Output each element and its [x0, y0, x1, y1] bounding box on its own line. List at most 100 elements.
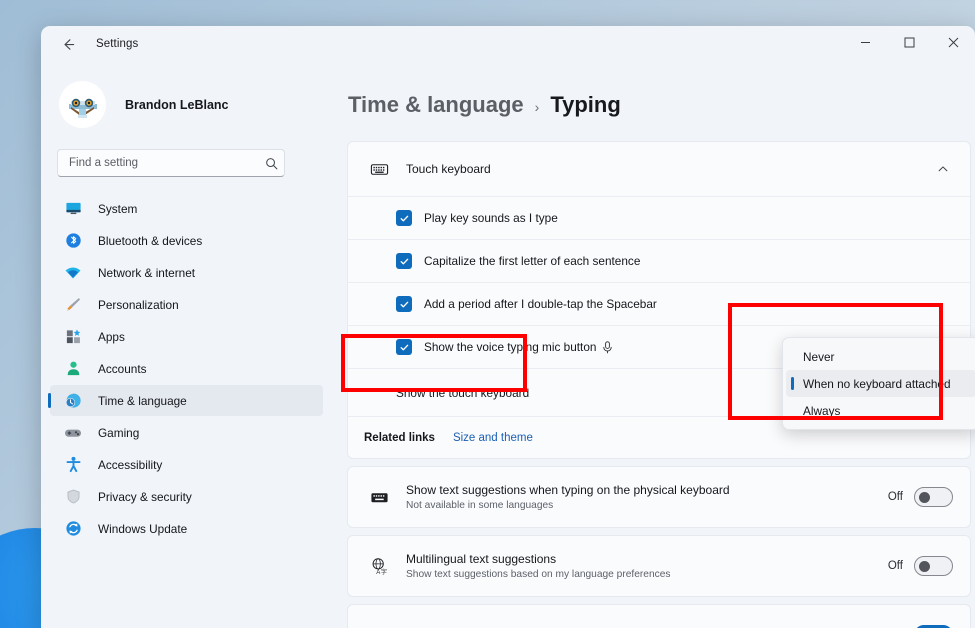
- checkbox-label-text: Show the voice typing mic button: [424, 340, 597, 354]
- back-button[interactable]: [53, 29, 83, 59]
- toggle-state-label: Off: [887, 491, 903, 503]
- setting-description: Show text suggestions based on my langua…: [406, 569, 671, 580]
- setting-text: Show text suggestions when typing on the…: [406, 483, 888, 511]
- sidebar-item-label: Apps: [98, 329, 125, 344]
- sidebar-item-label: Privacy & security: [98, 489, 192, 504]
- sidebar-item-label: Network & internet: [98, 265, 196, 280]
- show-touch-keyboard-dropdown-flyout[interactable]: Never When no keyboard attached Always: [782, 337, 975, 430]
- setting-card-autocorrect-misspelled-words: Autocorrect misspelled words On: [347, 604, 971, 628]
- toggle-knob: [919, 561, 930, 572]
- related-links-label: Related links: [364, 431, 435, 444]
- sidebar-item-accounts[interactable]: Accounts: [50, 353, 323, 384]
- setting-row[interactable]: Show text suggestions when typing on the…: [348, 467, 970, 527]
- checkmark-icon: [400, 301, 408, 307]
- setting-row[interactable]: A 字 Multilingual text suggestions Show t…: [348, 536, 970, 596]
- checkbox-play-key-sounds[interactable]: [396, 210, 412, 226]
- checkbox-label-text: Capitalize the first letter of each sent…: [424, 254, 641, 268]
- maximize-icon: [904, 37, 914, 48]
- setting-row[interactable]: Autocorrect misspelled words On: [348, 605, 970, 628]
- checkbox-voice-typing-mic[interactable]: [396, 339, 412, 355]
- wifi-icon: [60, 264, 86, 282]
- checkbox-capitalize-first-letter[interactable]: [396, 253, 412, 269]
- setting-card-text-suggestions-physical-keyboard: Show text suggestions when typing on the…: [347, 466, 971, 528]
- clock-globe-icon: [60, 392, 86, 410]
- dropdown-option-always[interactable]: Always: [786, 397, 975, 424]
- minimize-icon: [860, 42, 870, 43]
- chevron-up-icon[interactable]: [926, 163, 960, 175]
- checkbox-label-text: Play key sounds as I type: [424, 211, 558, 225]
- size-and-theme-link[interactable]: Size and theme: [453, 432, 533, 444]
- search-box[interactable]: [57, 149, 285, 177]
- setting-description: Not available in some languages: [406, 500, 554, 511]
- maximize-button[interactable]: [887, 26, 931, 59]
- checkbox-label-text: Add a period after I double-tap the Spac…: [424, 297, 657, 311]
- sidebar-item-apps[interactable]: Apps: [50, 321, 323, 352]
- sidebar-item-bluetooth-devices[interactable]: Bluetooth & devices: [50, 225, 323, 256]
- apps-icon: [60, 328, 86, 345]
- window-controls: [843, 26, 975, 59]
- sidebar-item-label: System: [98, 201, 138, 216]
- sidebar-nav-list: System Bluetooth & devices Network & int…: [41, 193, 331, 544]
- setting-title: Multilingual text suggestions: [406, 552, 557, 566]
- touch-keyboard-title: Touch keyboard: [406, 162, 491, 176]
- paintbrush-icon: [60, 296, 86, 313]
- checkbox-row-add-period[interactable]: Add a period after I double-tap the Spac…: [348, 282, 970, 325]
- dropdown-option-label: Always: [803, 403, 841, 418]
- sidebar-item-gaming[interactable]: Gaming: [50, 417, 323, 448]
- checkmark-icon: [400, 344, 408, 350]
- dropdown-option-when-no-keyboard-attached[interactable]: When no keyboard attached: [786, 370, 975, 397]
- toggle-wrap: Off: [888, 487, 953, 507]
- account-block[interactable]: Brandon LeBlanc: [59, 81, 331, 128]
- sidebar-item-network-internet[interactable]: Network & internet: [50, 257, 323, 288]
- sidebar-item-windows-update[interactable]: Windows Update: [50, 513, 323, 544]
- sidebar-item-time-language[interactable]: Time & language: [48, 385, 323, 416]
- breadcrumb-separator: ›: [534, 99, 540, 115]
- setting-text: Multilingual text suggestions Show text …: [406, 552, 888, 580]
- touch-keyboard-expander-header[interactable]: Touch keyboard: [348, 142, 970, 196]
- checkbox-label: Capitalize the first letter of each sent…: [424, 254, 640, 268]
- sidebar-item-label: Windows Update: [98, 521, 188, 536]
- sidebar-item-system[interactable]: System: [50, 193, 323, 224]
- checkbox-label: Add a period after I double-tap the Spac…: [424, 297, 657, 311]
- user-avatar-image: [62, 84, 103, 125]
- desktop-background: Settings Brandon LeBlanc Find a setting …: [0, 0, 975, 628]
- accessibility-icon: [60, 456, 86, 473]
- checkbox-label: Play key sounds as I type: [424, 211, 558, 225]
- show-touch-keyboard-label: Show the touch keyboard: [396, 385, 530, 400]
- breadcrumb: Time & language › Typing: [348, 92, 975, 118]
- checkmark-icon: [400, 258, 408, 264]
- globe-language-icon: A 字: [364, 557, 394, 576]
- toggle-knob: [919, 492, 930, 503]
- setting-title: Show text suggestions when typing on the…: [406, 483, 730, 497]
- window-title: Settings: [96, 38, 139, 50]
- checkmark-icon: [400, 215, 408, 221]
- sidebar: Brandon LeBlanc Find a setting System Bl…: [41, 62, 331, 628]
- sidebar-item-label: Personalization: [98, 297, 179, 312]
- toggle-text-suggestions-physical-keyboard[interactable]: [914, 487, 953, 507]
- microphone-icon: [603, 340, 613, 353]
- breadcrumb-parent[interactable]: Time & language: [348, 92, 524, 118]
- person-icon: [60, 360, 86, 377]
- sidebar-item-accessibility[interactable]: Accessibility: [50, 449, 323, 480]
- update-icon: [60, 520, 86, 537]
- avatar: [59, 81, 106, 128]
- search-input[interactable]: [58, 156, 258, 170]
- back-arrow-icon: [63, 38, 74, 50]
- svg-text:字: 字: [380, 568, 386, 576]
- dropdown-option-label: Never: [803, 349, 835, 364]
- sidebar-item-personalization[interactable]: Personalization: [50, 289, 323, 320]
- sidebar-item-privacy-security[interactable]: Privacy & security: [50, 481, 323, 512]
- dropdown-option-never[interactable]: Never: [786, 343, 975, 370]
- checkbox-row-play-key-sounds[interactable]: Play key sounds as I type: [348, 196, 970, 239]
- gamepad-icon: [60, 424, 86, 442]
- dropdown-option-label: When no keyboard attached: [803, 376, 951, 391]
- toggle-multilingual-text-suggestions[interactable]: [914, 556, 953, 576]
- search-icon: [258, 157, 284, 170]
- minimize-button[interactable]: [843, 26, 887, 59]
- checkbox-row-capitalize-first-letter[interactable]: Capitalize the first letter of each sent…: [348, 239, 970, 282]
- toggle-state-label: Off: [887, 560, 903, 572]
- sidebar-item-label: Gaming: [98, 425, 140, 440]
- checkbox-add-period[interactable]: [396, 296, 412, 312]
- close-button[interactable]: [931, 26, 975, 59]
- checkbox-label: Show the voice typing mic button: [424, 340, 613, 354]
